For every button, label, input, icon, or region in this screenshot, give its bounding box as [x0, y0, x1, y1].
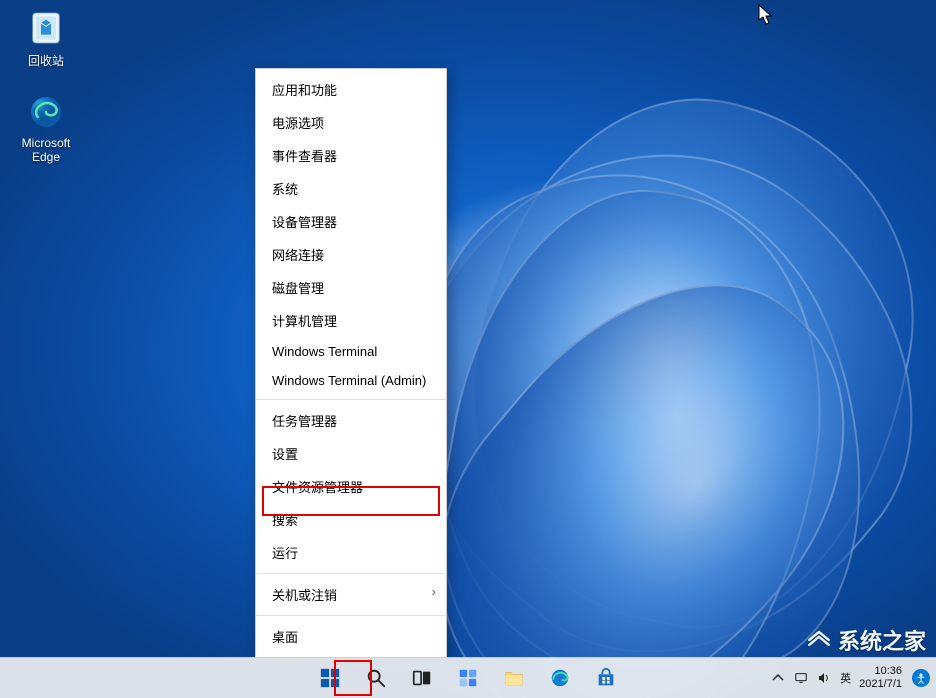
edge-icon: [549, 667, 571, 689]
menu-item-computer-management[interactable]: 计算机管理: [256, 304, 446, 337]
recycle-bin-icon: [26, 8, 66, 48]
taskbar-widgets-button[interactable]: [448, 658, 488, 698]
watermark: 系统之家: [806, 624, 926, 656]
desktop-icon-recycle-bin[interactable]: 回收站: [8, 8, 84, 69]
menu-item-disk-management[interactable]: 磁盘管理: [256, 271, 446, 304]
folder-icon: [503, 667, 525, 689]
tray-network-icon[interactable]: [794, 670, 808, 686]
menu-item-search[interactable]: 搜索: [256, 503, 446, 536]
menu-item-run[interactable]: 运行: [256, 536, 446, 569]
menu-separator: [256, 615, 446, 616]
task-view-icon: [411, 667, 433, 689]
winx-context-menu: 应用和功能 电源选项 事件查看器 系统 设备管理器 网络连接 磁盘管理 计算机管…: [255, 68, 447, 658]
menu-item-windows-terminal-admin[interactable]: Windows Terminal (Admin): [256, 366, 446, 395]
menu-item-device-manager[interactable]: 设备管理器: [256, 205, 446, 238]
menu-item-desktop[interactable]: 桌面: [256, 620, 446, 653]
taskbar-store-button[interactable]: [586, 658, 626, 698]
menu-item-system[interactable]: 系统: [256, 172, 446, 205]
monitor-icon: [794, 671, 808, 685]
menu-separator: [256, 399, 446, 400]
menu-separator: [256, 573, 446, 574]
menu-item-apps-features[interactable]: 应用和功能: [256, 73, 446, 106]
store-icon: [595, 667, 617, 689]
desktop-icon-label: 回收站: [8, 52, 84, 69]
menu-item-windows-terminal[interactable]: Windows Terminal: [256, 337, 446, 366]
windows-start-icon: [319, 667, 341, 689]
menu-item-task-manager[interactable]: 任务管理器: [256, 404, 446, 437]
house-icon: [806, 627, 832, 653]
desktop-wallpaper: [0, 0, 936, 698]
menu-item-file-explorer[interactable]: 文件资源管理器: [256, 470, 446, 503]
chevron-up-icon: [770, 670, 786, 686]
search-icon: [365, 667, 387, 689]
menu-item-shutdown-signout[interactable]: 关机或注销: [256, 578, 446, 611]
edge-icon: [26, 92, 66, 132]
tray-date: 2021/7/1: [859, 678, 902, 691]
taskbar-system-tray: 英 10:36 2021/7/1: [770, 658, 930, 698]
tray-clock[interactable]: 10:36 2021/7/1: [859, 665, 904, 690]
tray-volume-icon[interactable]: [816, 670, 832, 686]
desktop-icon-label: Microsoft Edge: [8, 136, 84, 164]
person-icon: [915, 672, 927, 684]
menu-item-power-options[interactable]: 电源选项: [256, 106, 446, 139]
desktop-icon-edge[interactable]: Microsoft Edge: [8, 92, 84, 164]
tray-time: 10:36: [859, 665, 902, 678]
speaker-icon: [816, 670, 832, 686]
menu-item-network-connections[interactable]: 网络连接: [256, 238, 446, 271]
taskbar-file-explorer-button[interactable]: [494, 658, 534, 698]
taskbar-task-view-button[interactable]: [402, 658, 442, 698]
taskbar-start-button[interactable]: [310, 658, 350, 698]
menu-item-settings[interactable]: 设置: [256, 437, 446, 470]
taskbar-center-group: [310, 658, 626, 698]
menu-item-event-viewer[interactable]: 事件查看器: [256, 139, 446, 172]
tray-accessibility-icon[interactable]: [912, 669, 930, 687]
watermark-text: 系统之家: [838, 624, 926, 656]
taskbar-search-button[interactable]: [356, 658, 396, 698]
tray-overflow-button[interactable]: [770, 670, 786, 686]
taskbar: 英 10:36 2021/7/1: [0, 657, 936, 698]
widgets-icon: [457, 667, 479, 689]
taskbar-edge-button[interactable]: [540, 658, 580, 698]
tray-ime-button[interactable]: 英: [840, 670, 851, 686]
